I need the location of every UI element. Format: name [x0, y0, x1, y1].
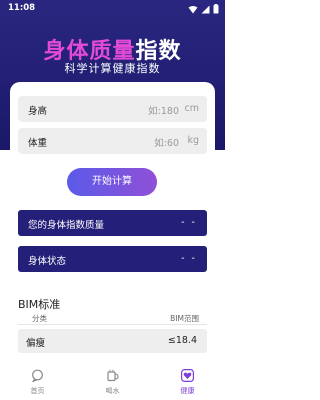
signal-icon [201, 5, 210, 13]
wifi-icon [188, 5, 198, 13]
status-icons [188, 4, 219, 14]
tab-water-label: 喝水 [105, 387, 120, 395]
bmi-result-value: - - [181, 217, 197, 228]
bmi-standard-title: BIM标准 [18, 298, 61, 311]
battery-icon [213, 4, 219, 14]
tab-health-label: 健康 [180, 387, 195, 395]
body-state-label: 身体状态 [28, 256, 67, 267]
main-card: 身高 如:180 cm 体重 如:60 kg 开始计算 您的身体指数质量 - -… [10, 82, 215, 378]
tab-home-label: 首页 [30, 387, 45, 395]
height-input[interactable]: 如:180 [148, 103, 179, 117]
height-label: 身高 [28, 106, 48, 117]
bmi-standard-header: 分类 BIM范围 [18, 313, 207, 325]
bmi-result-label: 您的身体指数质量 [28, 220, 105, 231]
height-unit: cm [184, 103, 199, 114]
cup-icon [107, 369, 119, 382]
heart-icon [181, 369, 194, 382]
weight-unit: kg [187, 135, 199, 146]
body-state-row: 身体状态 - - [18, 246, 207, 272]
weight-input[interactable]: 如:60 [154, 135, 179, 149]
status-time: 11:08 [8, 3, 36, 13]
calculate-button[interactable]: 开始计算 [67, 168, 157, 196]
tab-water[interactable]: 喝水 [75, 362, 150, 400]
status-bar: 11:08 [0, 0, 225, 18]
tab-home[interactable]: 首页 [0, 362, 75, 400]
column-category: 分类 [32, 314, 47, 323]
column-range: BIM范围 [170, 314, 199, 323]
chat-bubble-icon [32, 369, 43, 382]
bottom-tab-bar: 首页 喝水 健康 [0, 362, 225, 400]
tab-health[interactable]: 健康 [150, 362, 225, 400]
weight-field[interactable]: 体重 如:60 kg [18, 128, 207, 154]
table-row: 偏瘦 ≤18.4 [18, 329, 207, 353]
height-field[interactable]: 身高 如:180 cm [18, 96, 207, 122]
row-range: ≤18.4 [167, 335, 197, 346]
page-subtitle: 科学计算健康指数 [64, 62, 161, 75]
row-category: 偏瘦 [26, 338, 46, 349]
body-state-value: - - [181, 253, 197, 264]
bmi-result-row: 您的身体指数质量 - - [18, 210, 207, 236]
weight-label: 体重 [28, 138, 48, 149]
